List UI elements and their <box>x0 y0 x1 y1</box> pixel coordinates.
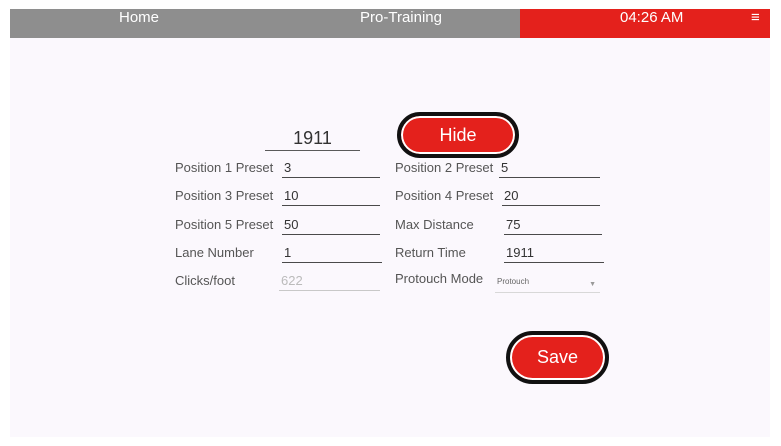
top-bar-gray-section <box>10 9 520 38</box>
protouch-mode-selected-value: Protouch <box>497 277 530 286</box>
position-3-preset-label: Position 3 Preset <box>175 188 274 203</box>
lane-number-label: Lane Number <box>175 245 254 260</box>
clicks-per-foot-label: Clicks/foot <box>175 273 235 288</box>
return-time-input[interactable]: 1911 <box>504 245 604 263</box>
protouch-mode-select[interactable]: Protouch ▼ <box>495 275 600 293</box>
save-button[interactable]: Save <box>506 331 609 384</box>
position-4-preset-input[interactable]: 20 <box>502 188 600 206</box>
hide-button[interactable]: Hide <box>397 112 519 158</box>
dropdown-arrow-icon: ▼ <box>589 281 596 288</box>
page-title: Pro-Training <box>360 9 442 26</box>
position-5-preset-input[interactable]: 50 <box>282 217 380 235</box>
position-5-preset-label: Position 5 Preset <box>175 217 274 232</box>
top-bar: Home Pro-Training 04:26 AM ≡ <box>10 9 770 38</box>
clicks-per-foot-input: 622 <box>279 273 380 291</box>
lane-number-input[interactable]: 1 <box>282 245 382 263</box>
code-value-field[interactable]: 1911 <box>265 126 360 151</box>
position-3-preset-input[interactable]: 10 <box>282 188 380 206</box>
home-link[interactable]: Home <box>119 9 159 38</box>
max-distance-input[interactable]: 75 <box>504 217 602 235</box>
position-2-preset-input[interactable]: 5 <box>499 160 600 178</box>
app-screen: Home Pro-Training 04:26 AM ≡ 1911 Hide P… <box>10 9 770 437</box>
return-time-label: Return Time <box>395 245 466 260</box>
max-distance-label: Max Distance <box>395 217 474 232</box>
position-4-preset-label: Position 4 Preset <box>395 188 494 203</box>
position-2-preset-label: Position 2 Preset <box>395 160 494 175</box>
position-1-preset-input[interactable]: 3 <box>282 160 380 178</box>
protouch-mode-label: Protouch Mode <box>395 271 484 286</box>
clock-time: 04:26 AM <box>620 9 684 26</box>
position-1-preset-label: Position 1 Preset <box>175 160 274 175</box>
menu-icon[interactable]: ≡ <box>751 9 760 38</box>
